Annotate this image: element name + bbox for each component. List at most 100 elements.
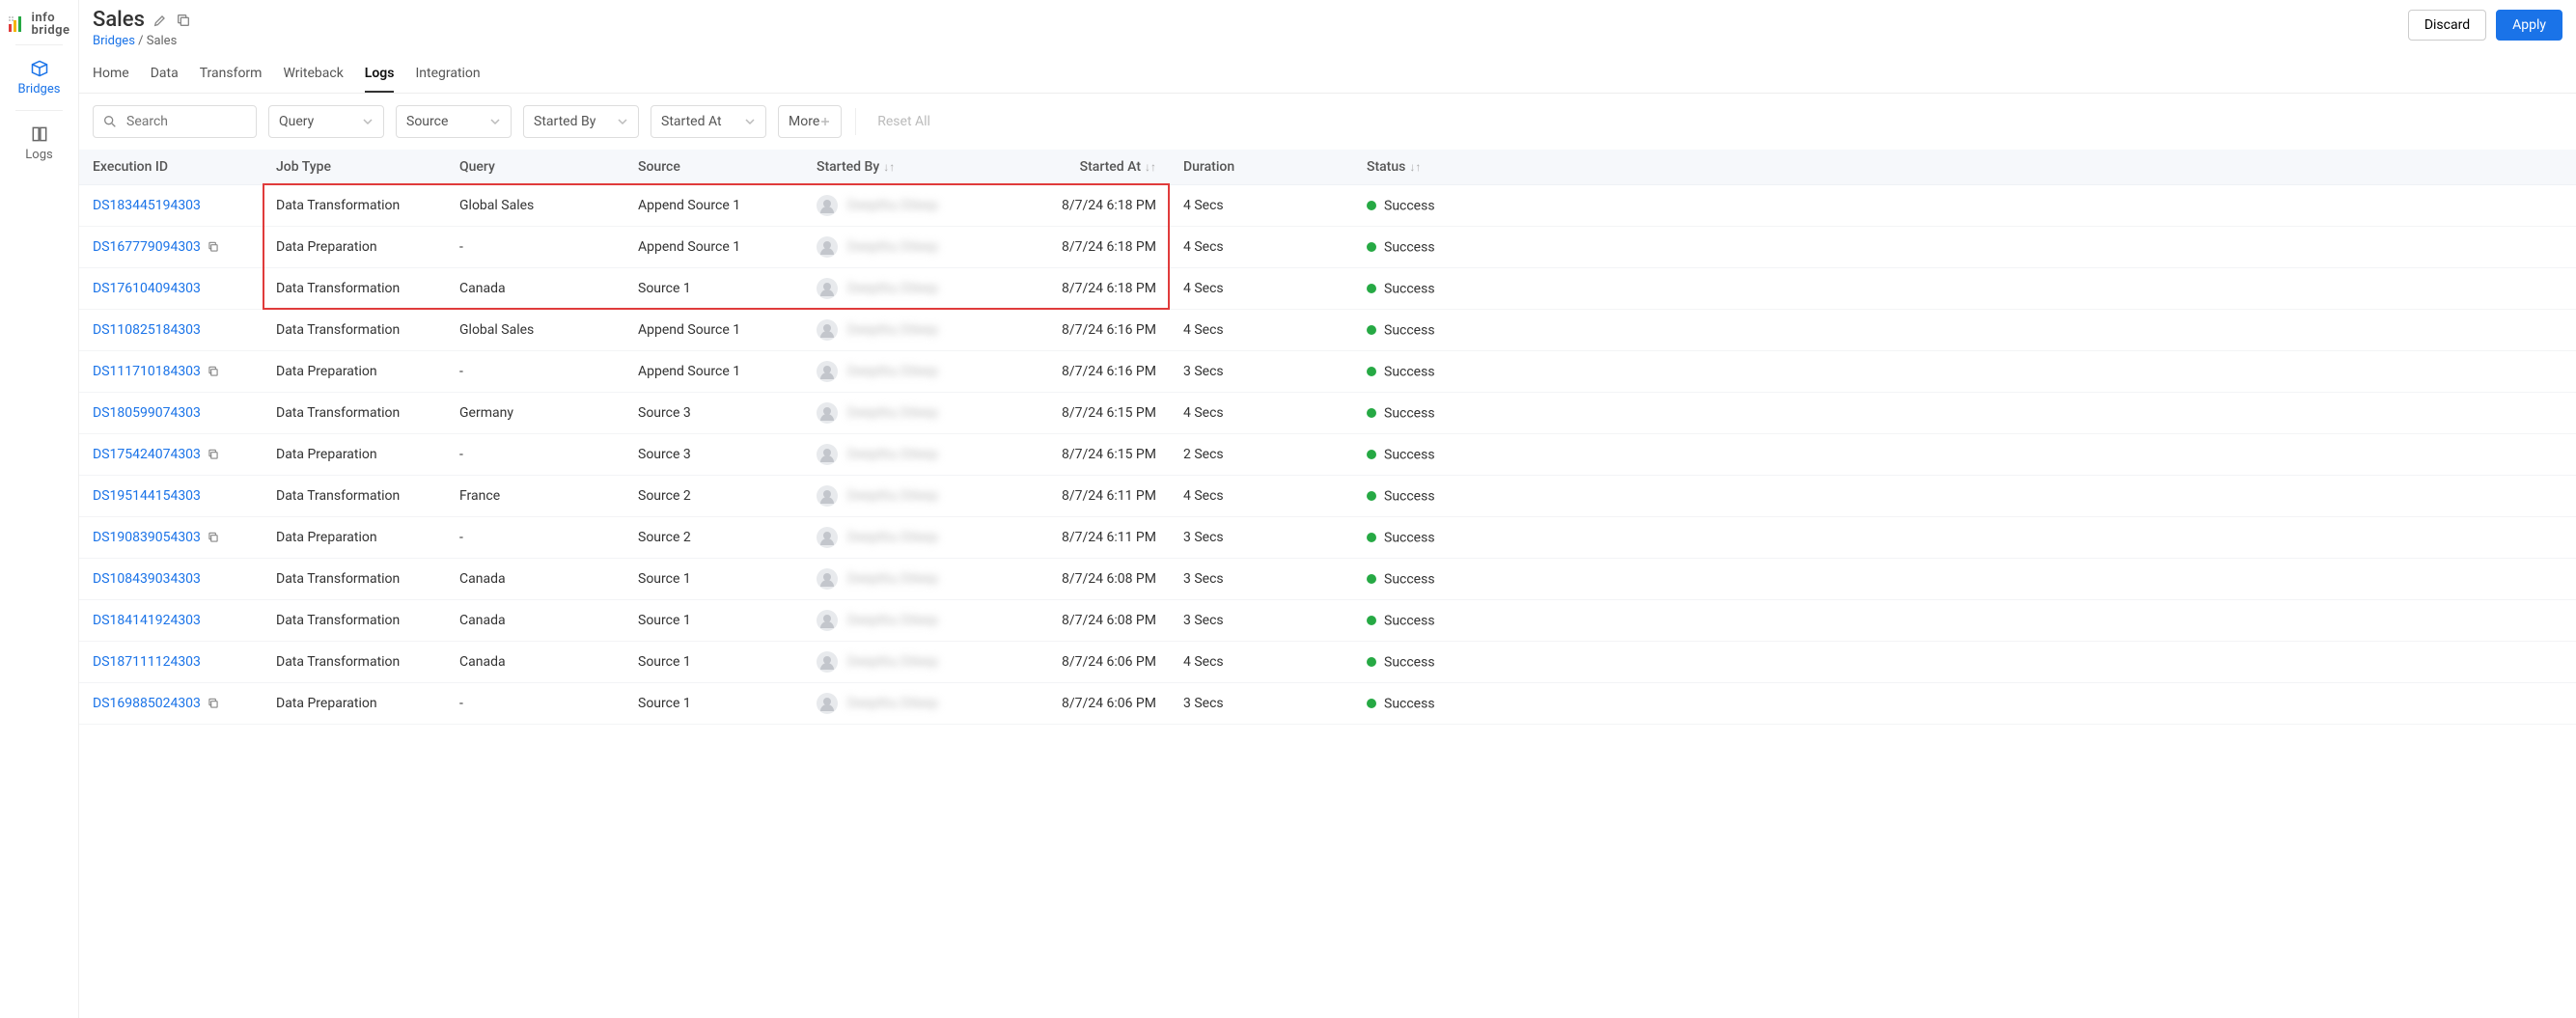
cell-started-by: Deepthu Dileep bbox=[803, 683, 982, 725]
user-name-masked: Deepthu Dileep bbox=[847, 198, 938, 213]
cell-query: Global Sales bbox=[446, 310, 624, 351]
user-name-masked: Deepthu Dileep bbox=[847, 530, 938, 545]
cell-started-at: 8/7/24 6:08 PM bbox=[982, 559, 1170, 600]
cell-started-at: 8/7/24 6:11 PM bbox=[982, 517, 1170, 559]
status-dot-icon bbox=[1367, 616, 1376, 625]
edit-icon[interactable] bbox=[152, 13, 168, 28]
search-icon bbox=[102, 114, 118, 129]
cell-started-at: 8/7/24 6:11 PM bbox=[982, 476, 1170, 517]
left-rail: info bridge Bridges Logs bbox=[0, 0, 79, 1018]
rail-bridges[interactable]: Bridges bbox=[0, 47, 78, 108]
copy-icon[interactable] bbox=[207, 240, 220, 254]
copy-icon[interactable] bbox=[207, 531, 220, 544]
execution-id-link[interactable]: DS175424074303 bbox=[93, 447, 201, 462]
cell-duration: 4 Secs bbox=[1170, 393, 1353, 434]
avatar bbox=[817, 651, 838, 673]
copy-icon[interactable] bbox=[207, 365, 220, 378]
col-header-status[interactable]: Status↓↑ bbox=[1353, 150, 2576, 185]
cell-duration: 4 Secs bbox=[1170, 227, 1353, 268]
user-name-masked: Deepthu Dileep bbox=[847, 322, 938, 338]
status-dot-icon bbox=[1367, 325, 1376, 335]
execution-id-link[interactable]: DS110825184303 bbox=[93, 322, 201, 338]
sort-icon: ↓↑ bbox=[1145, 160, 1156, 174]
cell-status: Success bbox=[1353, 434, 2576, 476]
cell-source: Append Source 1 bbox=[624, 310, 803, 351]
col-header-started-by[interactable]: Started By↓↑ bbox=[803, 150, 982, 185]
user-name-masked: Deepthu Dileep bbox=[847, 281, 938, 296]
tab-home[interactable]: Home bbox=[93, 66, 129, 93]
tab-logs[interactable]: Logs bbox=[365, 66, 395, 93]
execution-id-link[interactable]: DS195144154303 bbox=[93, 488, 201, 504]
tab-integration[interactable]: Integration bbox=[415, 66, 480, 93]
copy-icon[interactable] bbox=[207, 697, 220, 710]
cell-source: Source 3 bbox=[624, 393, 803, 434]
table-row: DS110825184303 Data TransformationGlobal … bbox=[79, 310, 2576, 351]
col-header-started-at[interactable]: Started At↓↑ bbox=[982, 150, 1170, 185]
filter-started-by[interactable]: Started By bbox=[523, 105, 639, 138]
col-header-source[interactable]: Source bbox=[624, 150, 803, 185]
rail-bridges-label: Bridges bbox=[18, 82, 61, 96]
status-dot-icon bbox=[1367, 450, 1376, 459]
user-name-masked: Deepthu Dileep bbox=[847, 405, 938, 421]
col-header-exec-id[interactable]: Execution ID bbox=[79, 150, 263, 185]
copy-icon[interactable] bbox=[176, 13, 191, 28]
reset-filters[interactable]: Reset All bbox=[870, 106, 938, 137]
execution-id-link[interactable]: DS184141924303 bbox=[93, 613, 201, 628]
table-row: DS176104094303Data TransformationCanadaS… bbox=[79, 268, 2576, 310]
cell-job-type: Data Transformation bbox=[263, 185, 446, 227]
avatar bbox=[817, 610, 838, 631]
rail-logs[interactable]: Logs bbox=[0, 113, 78, 174]
avatar bbox=[817, 361, 838, 382]
tab-data[interactable]: Data bbox=[151, 66, 179, 93]
user-name-masked: Deepthu Dileep bbox=[847, 654, 938, 670]
col-header-query[interactable]: Query bbox=[446, 150, 624, 185]
execution-id-link[interactable]: DS108439034303 bbox=[93, 571, 201, 587]
cell-started-at: 8/7/24 6:06 PM bbox=[982, 642, 1170, 683]
breadcrumb: Bridges / Sales bbox=[93, 34, 191, 48]
execution-id-link[interactable]: DS187111124303 bbox=[93, 654, 201, 670]
cell-source: Append Source 1 bbox=[624, 185, 803, 227]
status-dot-icon bbox=[1367, 533, 1376, 542]
user-name-masked: Deepthu Dileep bbox=[847, 571, 938, 587]
col-header-job-type[interactable]: Job Type bbox=[263, 150, 446, 185]
cell-query: Global Sales bbox=[446, 185, 624, 227]
user-name-masked: Deepthu Dileep bbox=[847, 696, 938, 711]
execution-id-link[interactable]: DS169885024303 bbox=[93, 696, 201, 711]
filter-source[interactable]: Source bbox=[396, 105, 512, 138]
filter-more[interactable]: More bbox=[778, 105, 842, 138]
filter-started-at[interactable]: Started At bbox=[651, 105, 766, 138]
col-header-duration[interactable]: Duration bbox=[1170, 150, 1353, 185]
execution-id-link[interactable]: DS180599074303 bbox=[93, 405, 201, 421]
user-name-masked: Deepthu Dileep bbox=[847, 364, 938, 379]
cell-job-type: Data Transformation bbox=[263, 600, 446, 642]
execution-id-link[interactable]: DS167779094303 bbox=[93, 239, 201, 255]
cell-job-type: Data Transformation bbox=[263, 310, 446, 351]
execution-id-link[interactable]: DS111710184303 bbox=[93, 364, 201, 379]
cell-query: Germany bbox=[446, 393, 624, 434]
copy-icon[interactable] bbox=[207, 448, 220, 461]
tab-transform[interactable]: Transform bbox=[200, 66, 263, 93]
table-row: DS111710184303Data Preparation-Append So… bbox=[79, 351, 2576, 393]
avatar bbox=[817, 402, 838, 424]
cell-started-at: 8/7/24 6:18 PM bbox=[982, 227, 1170, 268]
execution-id-link[interactable]: DS183445194303 bbox=[93, 198, 201, 213]
execution-id-link[interactable]: DS176104094303 bbox=[93, 281, 201, 296]
cell-status: Success bbox=[1353, 683, 2576, 725]
cell-query: - bbox=[446, 517, 624, 559]
execution-id-link[interactable]: DS190839054303 bbox=[93, 530, 201, 545]
cell-query: - bbox=[446, 434, 624, 476]
filter-query[interactable]: Query bbox=[268, 105, 384, 138]
tab-writeback[interactable]: Writeback bbox=[283, 66, 343, 93]
cell-query: Canada bbox=[446, 642, 624, 683]
logo-icon bbox=[8, 14, 27, 34]
discard-button[interactable]: Discard bbox=[2408, 10, 2486, 41]
apply-button[interactable]: Apply bbox=[2496, 10, 2562, 41]
cell-status: Success bbox=[1353, 268, 2576, 310]
cell-started-by: Deepthu Dileep bbox=[803, 310, 982, 351]
status-dot-icon bbox=[1367, 574, 1376, 584]
page-title: Sales bbox=[93, 8, 145, 32]
cell-duration: 4 Secs bbox=[1170, 185, 1353, 227]
breadcrumb-root[interactable]: Bridges bbox=[93, 34, 135, 48]
status-dot-icon bbox=[1367, 284, 1376, 293]
cell-started-by: Deepthu Dileep bbox=[803, 393, 982, 434]
